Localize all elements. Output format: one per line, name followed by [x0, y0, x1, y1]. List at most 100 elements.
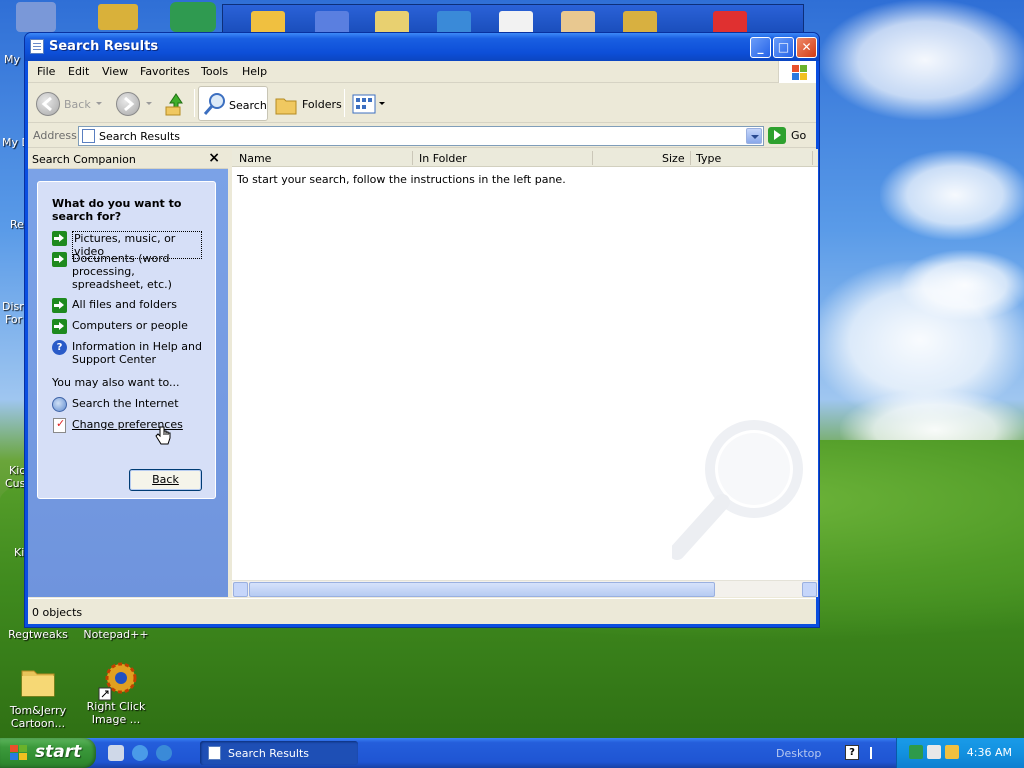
option-search-internet[interactable]: Search the Internet	[52, 397, 202, 412]
go-label: Go	[791, 129, 807, 142]
column-header: Name In Folder Size Type	[232, 149, 818, 167]
folders-icon	[275, 98, 297, 115]
preferences-icon	[53, 417, 66, 433]
desktop-icon-notepadpp[interactable]: Notepad++	[80, 628, 152, 641]
forward-button[interactable]	[114, 88, 156, 120]
up-folder-button[interactable]	[162, 88, 190, 120]
horizontal-scrollbar[interactable]	[232, 580, 818, 597]
desktop-icon-partial-1[interactable]	[16, 2, 56, 32]
search-button[interactable]: Search	[198, 86, 268, 121]
green-arrow-icon	[52, 319, 67, 334]
address-bar: Address Search Results Go	[28, 124, 816, 148]
menu-help[interactable]: Help	[242, 65, 267, 78]
tray-icon-1[interactable]	[909, 745, 923, 759]
option-label: Change preferences	[72, 418, 183, 431]
folders-button[interactable]: Folders	[272, 88, 342, 120]
start-button[interactable]: start	[0, 738, 96, 768]
column-size[interactable]: Size	[662, 152, 685, 165]
menu-favorites[interactable]: Favorites	[140, 65, 190, 78]
search-watermark-icon	[672, 420, 803, 560]
address-label: Address	[33, 129, 77, 142]
windows-logo-icon	[778, 61, 816, 83]
title-bar[interactable]: Search Results _ □ ✕	[25, 33, 819, 61]
window-icon	[30, 39, 44, 54]
globe-icon	[52, 397, 67, 412]
results-list[interactable]: Name In Folder Size Type To start your s…	[232, 149, 818, 597]
menu-edit[interactable]: Edit	[68, 65, 89, 78]
option-change-preferences[interactable]: Change preferences	[52, 417, 202, 433]
go-arrow-icon	[768, 127, 786, 144]
desktop-icon-label: Tom&Jerry Cartoon...	[9, 704, 67, 730]
menu-tools[interactable]: Tools	[201, 65, 228, 78]
desktop-icon-rightclick[interactable]: Right Click Image ...	[80, 658, 152, 726]
column-type[interactable]: Type	[696, 152, 721, 165]
desktop-icon-tomjerry[interactable]: Tom&Jerry Cartoon...	[2, 662, 74, 730]
ie-icon[interactable]	[132, 745, 148, 761]
column-in-folder[interactable]: In Folder	[419, 152, 467, 165]
back-button-companion[interactable]: Back	[129, 469, 202, 491]
desktop-edge-label: For	[5, 313, 23, 326]
tray-icon-3[interactable]	[945, 745, 959, 759]
folder-icon	[19, 662, 57, 700]
menu-file[interactable]: File	[37, 65, 55, 78]
column-name[interactable]: Name	[239, 152, 271, 165]
forward-arrow-icon	[116, 92, 140, 116]
help-icon[interactable]: ?	[845, 745, 859, 760]
search-options-card: What do you want to search for? Pictures…	[37, 181, 216, 499]
green-arrow-icon	[52, 231, 67, 246]
search-results-icon	[82, 129, 95, 143]
scroll-right-button[interactable]	[802, 582, 817, 597]
views-button[interactable]	[350, 88, 386, 120]
views-icon	[352, 94, 376, 114]
window-title: Search Results	[49, 39, 159, 54]
scroll-left-button[interactable]	[233, 582, 248, 597]
back-button-label: Back	[152, 473, 179, 486]
taskbar-item-label: Search Results	[228, 747, 310, 760]
scroll-thumb[interactable]	[249, 582, 715, 597]
taskbar: start Search Results Desktop ? 4:36 AM	[0, 738, 1024, 768]
search-companion-pane: Search Companion × What do you want to s…	[28, 149, 228, 597]
address-input[interactable]: Search Results	[78, 126, 764, 146]
search-label: Search	[229, 99, 267, 112]
desktop-icon-label: Regtweaks	[8, 628, 68, 641]
tray-icon-2[interactable]	[927, 745, 941, 759]
desktop-icon-label: Right Click Image ...	[86, 700, 146, 726]
desktop-icon-partial-3[interactable]	[170, 2, 216, 32]
option-pictures-music-video[interactable]: Pictures, music, or video	[52, 231, 202, 259]
status-bar: 0 objects	[28, 598, 816, 624]
option-label: Search the Internet	[72, 397, 179, 410]
quicklaunch-icon-3[interactable]	[156, 745, 172, 761]
magnifier-icon	[203, 93, 225, 115]
option-computers-people[interactable]: Computers or people	[52, 319, 202, 334]
desktop-icon-partial-2[interactable]	[98, 4, 138, 30]
option-help-support[interactable]: ? Information in Help and Support Center	[52, 340, 202, 368]
back-button[interactable]: Back	[34, 88, 104, 120]
search-results-window: Search Results _ □ ✕ File Edit View Favo…	[24, 32, 820, 628]
menu-view[interactable]: View	[102, 65, 128, 78]
toolbar: Back Search Folders	[28, 83, 816, 123]
also-want-label: You may also want to...	[52, 376, 180, 389]
option-label: All files and folders	[72, 298, 177, 311]
search-question: What do you want to search for?	[52, 197, 182, 223]
desktop-edge-label: My	[4, 53, 21, 66]
desktop-edge-label: Ki	[14, 546, 25, 559]
close-button[interactable]: ✕	[796, 37, 817, 58]
option-documents[interactable]: Documents (word processing, spreadsheet,…	[52, 252, 202, 292]
maximize-button[interactable]: □	[773, 37, 794, 58]
chevron-down-icon[interactable]	[870, 747, 878, 759]
search-results-icon	[208, 746, 221, 760]
minimize-button[interactable]: _	[750, 37, 771, 58]
option-all-files[interactable]: All files and folders	[52, 298, 202, 313]
close-pane-icon[interactable]: ×	[208, 150, 220, 166]
taskbar-item-search-results[interactable]: Search Results	[200, 741, 358, 765]
search-companion-title: Search Companion	[32, 153, 136, 166]
option-label: Documents (word processing, spreadsheet,…	[72, 252, 172, 291]
desktop-icon-regtweaks[interactable]: Regtweaks	[2, 628, 74, 641]
chevron-down-icon	[96, 102, 102, 105]
back-arrow-icon	[36, 92, 60, 116]
menu-bar: File Edit View Favorites Tools Help	[28, 61, 816, 83]
desktop-toolbar-label[interactable]: Desktop	[776, 747, 821, 760]
quicklaunch-icon-1[interactable]	[108, 745, 124, 761]
address-dropdown-button[interactable]	[746, 128, 762, 144]
hand-cursor-icon	[155, 426, 171, 445]
